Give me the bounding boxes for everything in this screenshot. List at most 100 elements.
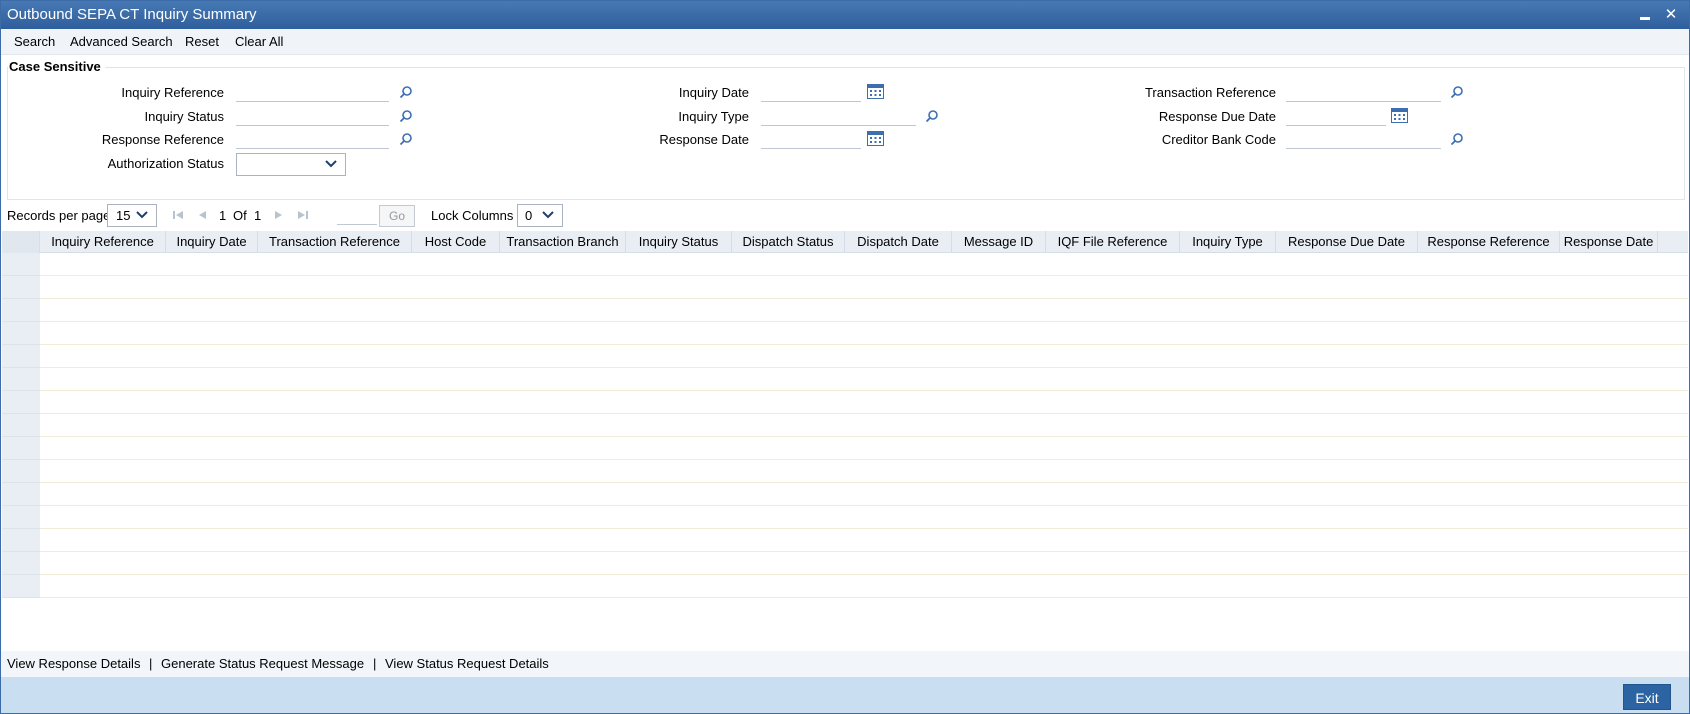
response-date-input[interactable] xyxy=(761,132,861,149)
table-row[interactable] xyxy=(2,552,1688,575)
view-response-details-link[interactable]: View Response Details xyxy=(7,656,140,671)
authorization-status-label: Authorization Status xyxy=(107,156,224,171)
table-row[interactable] xyxy=(2,460,1688,483)
column-header[interactable]: Inquiry Date xyxy=(166,231,258,253)
chevron-down-icon xyxy=(325,160,337,168)
column-header[interactable]: Transaction Reference xyxy=(258,231,412,253)
inquiry-type-search-icon[interactable] xyxy=(925,109,939,123)
column-header[interactable]: Inquiry Type xyxy=(1180,231,1276,253)
previous-page-icon[interactable] xyxy=(196,207,210,223)
clear-all-button[interactable]: Clear All xyxy=(235,34,283,49)
next-page-icon[interactable] xyxy=(271,207,285,223)
column-header[interactable]: Dispatch Status xyxy=(732,231,845,253)
column-header[interactable]: Transaction Branch xyxy=(500,231,626,253)
table-row[interactable] xyxy=(2,345,1688,368)
inquiry-reference-label: Inquiry Reference xyxy=(121,85,224,100)
column-header[interactable]: Response Due Date xyxy=(1276,231,1418,253)
row-selector[interactable] xyxy=(2,322,40,345)
response-due-date-calendar-icon[interactable] xyxy=(1391,108,1408,123)
creditor-bank-code-label: Creditor Bank Code xyxy=(1161,132,1276,147)
table-row[interactable] xyxy=(2,483,1688,506)
inquiry-reference-input[interactable] xyxy=(236,85,389,102)
reset-button[interactable]: Reset xyxy=(185,34,219,49)
response-date-calendar-icon[interactable] xyxy=(867,131,884,146)
column-header[interactable]: IQF File Reference xyxy=(1046,231,1180,253)
chevron-down-icon xyxy=(542,211,554,219)
column-header[interactable]: Message ID xyxy=(952,231,1046,253)
chevron-down-icon xyxy=(136,211,148,219)
row-selector[interactable] xyxy=(2,483,40,506)
column-header[interactable]: Inquiry Reference xyxy=(40,231,166,253)
column-header[interactable]: Inquiry Status xyxy=(626,231,732,253)
inquiry-status-input[interactable] xyxy=(236,109,389,126)
table-row[interactable] xyxy=(2,276,1688,299)
grid-header: Inquiry Reference Inquiry Date Transaction… xyxy=(2,231,1688,253)
view-status-request-link[interactable]: View Status Request Details xyxy=(385,656,549,671)
minimize-button[interactable] xyxy=(1635,5,1655,25)
inquiry-date-input[interactable] xyxy=(761,85,861,102)
inquiry-type-input[interactable] xyxy=(761,109,916,126)
table-row[interactable] xyxy=(2,575,1688,598)
row-selector[interactable] xyxy=(2,460,40,483)
title-bar: Outbound SEPA CT Inquiry Summary ✕ xyxy=(1,1,1689,29)
exit-button[interactable]: Exit xyxy=(1623,684,1671,710)
case-sensitive-legend: Case Sensitive xyxy=(9,59,105,74)
close-button[interactable]: ✕ xyxy=(1661,5,1681,25)
column-header[interactable]: Dispatch Date xyxy=(845,231,952,253)
advanced-search-button[interactable]: Advanced Search xyxy=(70,34,173,49)
transaction-reference-search-icon[interactable] xyxy=(1450,85,1464,99)
lock-columns-select[interactable]: 0 xyxy=(517,204,563,227)
table-row[interactable] xyxy=(2,414,1688,437)
row-selector[interactable] xyxy=(2,506,40,529)
table-row[interactable] xyxy=(2,506,1688,529)
window-title: Outbound SEPA CT Inquiry Summary xyxy=(7,6,257,23)
inquiry-reference-search-icon[interactable] xyxy=(399,85,413,99)
inquiry-date-calendar-icon[interactable] xyxy=(867,84,884,99)
table-row[interactable] xyxy=(2,391,1688,414)
table-row[interactable] xyxy=(2,322,1688,345)
authorization-status-select[interactable] xyxy=(236,153,346,176)
of-label: Of xyxy=(233,208,247,223)
last-page-icon[interactable] xyxy=(296,207,310,223)
records-per-page-select[interactable]: 15 xyxy=(107,204,157,227)
creditor-bank-code-search-icon[interactable] xyxy=(1450,132,1464,146)
row-selector[interactable] xyxy=(2,276,40,299)
column-header[interactable]: Host Code xyxy=(412,231,500,253)
search-button[interactable]: Search xyxy=(14,34,55,49)
row-selector[interactable] xyxy=(2,368,40,391)
results-grid: Inquiry Reference Inquiry Date Transaction… xyxy=(2,231,1688,598)
column-header[interactable]: Response Reference xyxy=(1418,231,1560,253)
transaction-reference-input[interactable] xyxy=(1286,85,1441,102)
first-page-icon[interactable] xyxy=(171,207,185,223)
go-to-page-input[interactable] xyxy=(337,208,377,225)
generate-status-request-link[interactable]: Generate Status Request Message xyxy=(161,656,364,671)
row-selector[interactable] xyxy=(2,529,40,552)
table-row[interactable] xyxy=(2,299,1688,322)
row-selector[interactable] xyxy=(2,575,40,598)
response-reference-search-icon[interactable] xyxy=(399,132,413,146)
table-row[interactable] xyxy=(2,368,1688,391)
inquiry-status-search-icon[interactable] xyxy=(399,109,413,123)
link-separator: | xyxy=(149,656,153,671)
grid-header-corner[interactable] xyxy=(2,231,40,253)
table-row[interactable] xyxy=(2,253,1688,276)
link-separator: | xyxy=(373,656,377,671)
toolbar: Search Advanced Search Reset Clear All xyxy=(1,29,1689,55)
row-selector[interactable] xyxy=(2,345,40,368)
table-row[interactable] xyxy=(2,437,1688,460)
creditor-bank-code-input[interactable] xyxy=(1286,132,1441,149)
inquiry-date-label: Inquiry Date xyxy=(678,85,749,100)
row-selector[interactable] xyxy=(2,437,40,460)
response-due-date-input[interactable] xyxy=(1286,109,1386,126)
inquiry-type-label: Inquiry Type xyxy=(678,109,749,124)
column-header[interactable]: Response Date xyxy=(1560,231,1658,253)
response-reference-input[interactable] xyxy=(236,132,389,149)
table-row[interactable] xyxy=(2,529,1688,552)
go-button[interactable]: Go xyxy=(379,205,415,227)
row-selector[interactable] xyxy=(2,552,40,575)
row-selector[interactable] xyxy=(2,391,40,414)
row-selector[interactable] xyxy=(2,299,40,322)
row-selector[interactable] xyxy=(2,414,40,437)
row-selector[interactable] xyxy=(2,253,40,276)
action-links-bar: View Response Details | Generate Status … xyxy=(1,651,1689,677)
